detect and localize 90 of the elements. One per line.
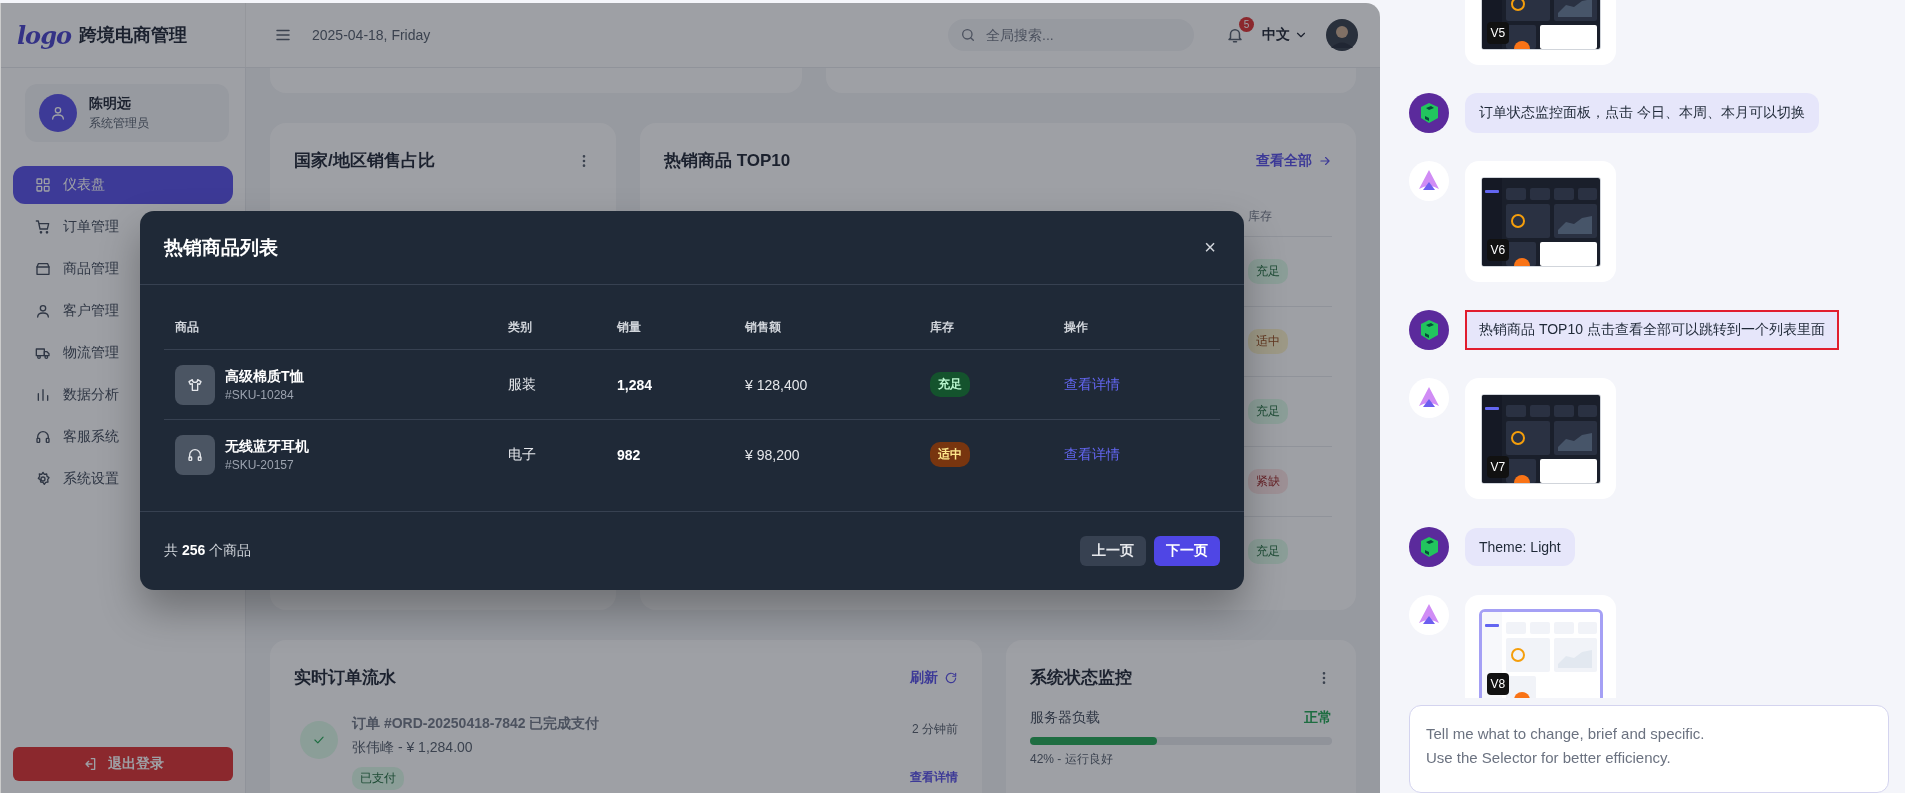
preview-card[interactable]: V8	[1465, 595, 1616, 699]
column-header: 类别	[497, 305, 606, 350]
triangle-logo-avatar-icon	[1409, 595, 1449, 636]
date-label: 2025-04-18, Friday	[312, 27, 431, 43]
view-all-link[interactable]: 查看全部	[1256, 151, 1332, 170]
table-cell: ¥ 98,200	[745, 446, 800, 463]
card-title: 实时订单流水	[294, 667, 396, 689]
user-icon	[50, 105, 66, 121]
notification-badge: 5	[1239, 17, 1254, 32]
details-link[interactable]: 查看详情	[1064, 375, 1120, 394]
cart-icon	[35, 219, 51, 235]
product-name: 高级棉质T恤	[225, 367, 304, 386]
product-sku: #SKU-10284	[225, 387, 295, 402]
metric-status: 正常	[1304, 709, 1332, 727]
stock-tag: 充足	[1248, 539, 1288, 564]
stock-tag: 适中	[1248, 329, 1288, 354]
column-header: 库存	[1248, 207, 1273, 225]
card-title: 热销商品 TOP10	[664, 150, 791, 172]
message-input[interactable]: Tell me what to change, brief and specific. Use the Selector for better efficiency.	[1409, 705, 1889, 793]
table-cell: ¥ 128,400	[745, 376, 808, 393]
headset-icon	[35, 429, 51, 445]
logout-button[interactable]: 退出登录	[13, 747, 233, 781]
stock-tag: 适中	[930, 442, 970, 467]
stock-tag: 紧缺	[1248, 469, 1288, 494]
metric-name: 服务器负载	[1030, 709, 1100, 727]
triangle-logo-avatar-icon	[1409, 161, 1449, 202]
cube-avatar-icon	[1409, 93, 1449, 134]
stock-tag: 充足	[1248, 259, 1288, 284]
close-button[interactable]: ×	[1200, 236, 1220, 259]
table-cell: 服装	[508, 375, 536, 394]
refresh-icon	[944, 670, 958, 685]
shirt-icon	[187, 376, 203, 393]
stock-tag: 充足	[1248, 399, 1288, 424]
product-sku: #SKU-20157	[225, 457, 295, 472]
order-title: 订单 #ORD-20250418-7842 已完成支付	[352, 715, 601, 733]
column-header: 库存	[919, 305, 1053, 350]
next-page-button[interactable]: 下一页	[1154, 536, 1220, 566]
card-title: 国家/地区销售占比	[294, 150, 435, 172]
chat-message: Theme: Light	[1465, 528, 1575, 567]
truck-icon	[35, 345, 51, 361]
column-header: 商品	[164, 305, 497, 350]
card-title: 系统状态监控	[1030, 667, 1132, 689]
preview-card[interactable]: V7	[1465, 378, 1616, 500]
logo: logo	[17, 20, 71, 50]
table-cell: 电子	[508, 445, 536, 464]
chat-message: 订单状态监控面板，点击 今日、本周、本月可以切换	[1465, 93, 1819, 134]
preview-frame[interactable]: V8	[1478, 608, 1603, 699]
headphones-icon	[187, 446, 203, 463]
bell-icon	[1226, 26, 1244, 44]
status-tag: 已支付	[352, 767, 404, 790]
cube-avatar-icon	[1409, 527, 1449, 568]
nav-item[interactable]: 仪表盘	[13, 166, 233, 204]
dialog-title: 热销商品列表	[164, 235, 278, 260]
user-role: 系统管理员	[89, 114, 149, 132]
logout-icon	[82, 756, 98, 772]
search-input[interactable]: 全局搜索...	[984, 26, 1168, 44]
language-selector[interactable]: 中文	[1262, 26, 1308, 44]
previous-page-button[interactable]: 上一页	[1080, 536, 1146, 566]
refresh-button[interactable]: 刷新	[910, 668, 958, 687]
triangle-logo-avatar-icon	[1409, 378, 1449, 419]
app-title: 跨境电商管理	[78, 24, 187, 47]
preview-card[interactable]: V5	[1465, 0, 1616, 66]
column-header: 操作	[1053, 305, 1220, 350]
grid-icon	[35, 177, 51, 193]
store-icon	[35, 261, 51, 277]
search-field[interactable]: 全局搜索...	[948, 19, 1194, 51]
avatar-icon[interactable]	[1326, 19, 1358, 51]
bar-chart-icon	[35, 387, 51, 403]
preview-frame[interactable]: V5	[1480, 0, 1601, 50]
settings-icon	[35, 471, 51, 487]
order-detail: 张伟峰 - ¥ 1,284.00	[352, 739, 474, 757]
stock-tag: 充足	[930, 372, 970, 397]
table-cell: 1,284	[617, 376, 653, 393]
user-name: 陈明远	[89, 94, 132, 113]
search-icon	[960, 27, 976, 43]
total-count: 共 256 个商品	[164, 542, 252, 560]
preview-card[interactable]: V6	[1465, 161, 1616, 283]
user-icon	[35, 303, 51, 319]
chat-message: 热销商品 TOP10 点击查看全部可以跳转到一个列表里面	[1465, 310, 1839, 351]
preview-frame[interactable]: V7	[1480, 393, 1601, 484]
preview-frame[interactable]: V6	[1480, 176, 1601, 267]
column-header: 销售额	[734, 305, 919, 350]
details-link[interactable]: 查看详情	[910, 769, 958, 786]
table-cell: 982	[617, 446, 641, 463]
details-link[interactable]: 查看详情	[1064, 445, 1120, 464]
product-name: 无线蓝牙耳机	[225, 437, 309, 456]
column-header: 销量	[606, 305, 734, 350]
metric-reading: 42% - 运行良好	[1030, 751, 1114, 768]
cube-avatar-icon	[1409, 310, 1449, 351]
order-time: 2 分钟前	[912, 721, 958, 738]
